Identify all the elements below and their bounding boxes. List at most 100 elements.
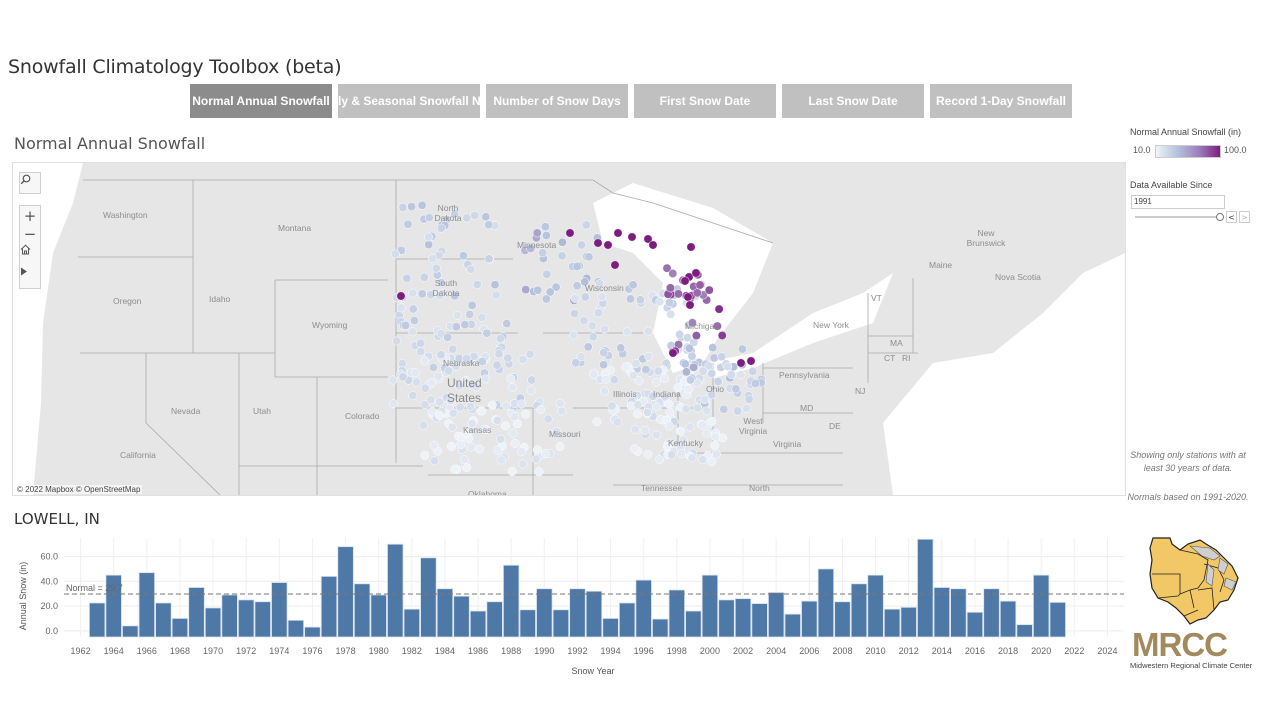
station-map[interactable]: Washington Montana Oregon Idaho Wyoming … [12,162,1126,496]
station-marker[interactable] [555,398,565,408]
station-marker[interactable] [507,466,517,476]
station-marker[interactable] [492,415,502,425]
station-marker[interactable] [631,359,641,369]
bar-1986[interactable] [469,610,487,638]
station-marker[interactable] [707,457,717,467]
year-slider-track[interactable] [1135,216,1217,218]
bar-1991[interactable] [552,609,570,638]
station-marker[interactable] [417,289,427,299]
station-marker[interactable] [388,399,398,408]
station-marker[interactable] [622,327,632,337]
station-marker[interactable] [481,212,491,222]
station-marker[interactable] [517,399,527,409]
bar-2012[interactable] [900,606,917,638]
bar-1992[interactable] [569,588,586,638]
station-marker[interactable] [707,369,717,378]
station-marker[interactable] [565,228,575,238]
bar-1990[interactable] [536,588,553,638]
station-marker[interactable] [456,439,466,449]
station-marker[interactable] [527,375,537,385]
station-marker[interactable] [711,449,721,459]
station-marker[interactable] [495,334,505,343]
station-marker[interactable] [719,404,729,414]
station-marker[interactable] [689,362,699,372]
station-marker[interactable] [542,269,552,279]
station-marker[interactable] [501,401,511,411]
bar-1966[interactable] [138,572,155,638]
bar-2000[interactable] [701,574,719,638]
station-marker[interactable] [736,370,746,380]
station-marker[interactable] [465,309,475,319]
station-marker[interactable] [491,290,501,300]
bar-1996[interactable] [635,579,652,638]
tab-normal-annual-snowfall[interactable]: Normal Annual Snowfall [190,84,332,118]
station-marker[interactable] [583,342,593,352]
bar-2017[interactable] [983,588,1000,638]
station-marker[interactable] [484,220,494,230]
station-marker[interactable] [717,331,727,340]
station-marker[interactable] [540,449,550,459]
station-marker[interactable] [601,374,611,384]
station-marker[interactable] [668,348,678,358]
station-marker[interactable] [673,289,683,299]
station-marker[interactable] [533,285,543,295]
station-marker[interactable] [659,374,669,383]
station-marker[interactable] [655,455,665,464]
station-marker[interactable] [616,343,626,353]
bar-1998[interactable] [668,589,685,638]
bar-1973[interactable] [254,601,271,638]
annual-snow-chart[interactable]: Normal = 29.7 0.020.040.060.0 1962 1964 19… [0,530,1130,690]
station-marker[interactable] [588,332,598,342]
bar-1999[interactable] [685,610,702,638]
bar-1985[interactable] [453,595,470,638]
station-marker[interactable] [613,228,623,238]
station-marker[interactable] [684,343,694,353]
station-marker[interactable] [607,401,617,411]
zoom-out-button[interactable]: − [20,225,40,243]
station-marker[interactable] [634,376,644,386]
station-marker[interactable] [408,391,418,400]
station-marker[interactable] [396,291,406,301]
station-marker[interactable] [496,434,506,444]
bar-1968[interactable] [171,618,189,638]
tab-monthly-seasonal-snowfall[interactable]: ly & Seasonal Snowfall No [338,84,480,118]
station-marker[interactable] [609,375,619,385]
station-marker[interactable] [555,442,565,452]
station-marker[interactable] [540,222,550,232]
station-marker[interactable] [627,232,637,242]
station-marker[interactable] [510,412,520,422]
bar-2003[interactable] [751,603,768,638]
station-marker[interactable] [685,300,695,310]
station-marker[interactable] [686,375,695,385]
station-marker[interactable] [569,330,579,340]
station-marker[interactable] [589,370,599,380]
station-marker[interactable] [466,442,476,452]
station-marker[interactable] [592,417,602,427]
station-marker[interactable] [502,319,512,329]
station-marker[interactable] [396,303,406,313]
bar-1974[interactable] [271,582,288,638]
prev-year-button[interactable]: < [1226,211,1237,223]
bar-2009[interactable] [850,583,868,638]
station-marker[interactable] [466,264,476,274]
station-marker[interactable] [666,309,676,319]
station-marker[interactable] [708,343,718,353]
station-marker[interactable] [447,441,456,451]
bar-1984[interactable] [436,588,454,638]
station-marker[interactable] [416,338,426,348]
station-marker[interactable] [686,242,696,252]
station-marker[interactable] [436,223,446,233]
station-marker[interactable] [707,416,717,426]
station-marker[interactable] [572,262,582,271]
station-marker[interactable] [424,232,434,242]
search-icon[interactable] [20,174,40,192]
station-marker[interactable] [470,211,480,220]
bar-2008[interactable] [834,601,851,638]
station-marker[interactable] [534,467,544,477]
bar-1982[interactable] [403,608,420,638]
station-marker[interactable] [570,309,579,319]
bar-2011[interactable] [883,608,901,638]
station-marker[interactable] [579,316,589,326]
tab-first-snow-date[interactable]: First Snow Date [634,84,776,118]
station-marker[interactable] [460,320,470,330]
